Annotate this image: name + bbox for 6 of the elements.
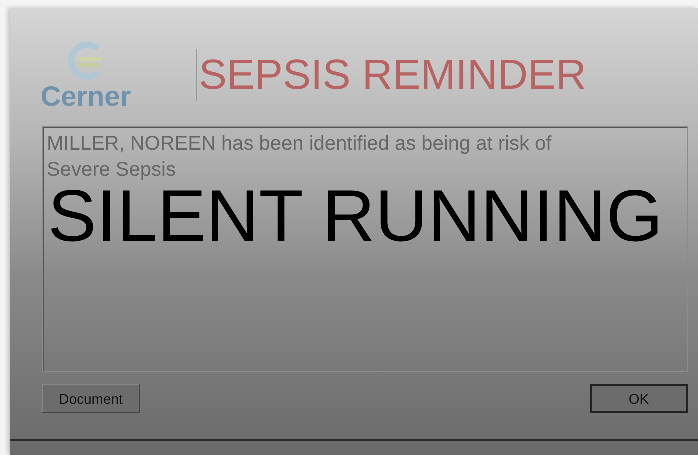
ok-button[interactable]: OK — [590, 384, 688, 413]
logo-text: Cerner — [40, 83, 132, 111]
overlay-caption: SILENT RUNNING — [48, 180, 664, 253]
message-text: MILLER, NOREEN has been identified as being at risk of Severe Sepsis — [47, 132, 553, 183]
document-button[interactable]: Document — [42, 384, 140, 413]
dialog-title: SEPSIS REMINDER — [199, 54, 586, 96]
